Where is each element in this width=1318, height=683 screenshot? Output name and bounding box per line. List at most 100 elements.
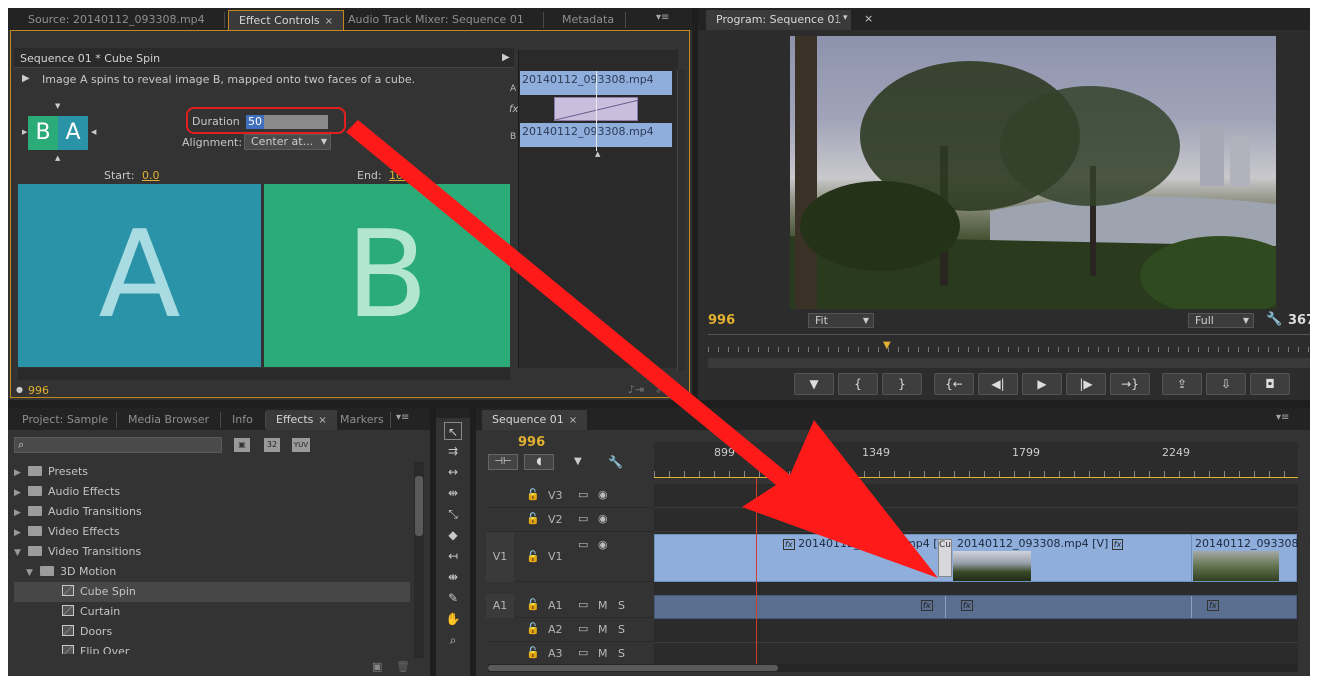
lock-icon[interactable]: 🔓 [526, 598, 540, 611]
marker-button[interactable]: ▼ [794, 373, 834, 395]
tree-item-3d-motion[interactable]: ▼ 3D Motion [14, 562, 410, 582]
rate-stretch-tool-icon[interactable]: ⤡ [444, 505, 462, 523]
effect-controls-timecode[interactable]: 996 [28, 384, 49, 397]
program-dropdown-icon[interactable]: ▾ [838, 13, 848, 23]
lock-icon[interactable]: 🔓 [526, 488, 540, 501]
tree-item-audio-transitions[interactable]: ▶ Audio Transitions [14, 502, 410, 522]
film-icon[interactable]: ▭ [578, 598, 588, 611]
step-back-button[interactable]: ◀| [978, 373, 1018, 395]
play-preview-icon[interactable]: ▶ [22, 73, 30, 84]
lift-button[interactable]: ⇪ [1162, 373, 1202, 395]
tree-item-video-transitions[interactable]: ▼ Video Transitions [14, 542, 410, 562]
close-icon[interactable]: × [569, 415, 577, 426]
tree-item-cube-spin[interactable]: Cube Spin [14, 582, 410, 602]
tab-project[interactable]: Project: Sample [12, 410, 118, 430]
trash-icon[interactable]: 🗑 [396, 660, 410, 673]
close-icon[interactable]: × [325, 16, 333, 27]
tree-item-presets[interactable]: ▶ Presets [14, 462, 410, 482]
go-to-out-button[interactable]: →} [1110, 373, 1150, 395]
end-value[interactable]: 100.0 [389, 169, 421, 182]
panel-menu-icon[interactable]: ▾≡ [656, 12, 669, 23]
film-icon[interactable]: ▭ [578, 646, 588, 659]
step-forward-button[interactable]: |▶ [1066, 373, 1106, 395]
resolution-select[interactable]: Full ▼ [1188, 313, 1254, 328]
yuv-badge-icon[interactable]: YUV [292, 438, 310, 452]
timeline-hscroll[interactable] [488, 664, 1298, 672]
hand-tool-icon[interactable]: ✋ [444, 610, 462, 628]
pen-tool-icon[interactable]: ✎ [444, 589, 462, 607]
program-time-ruler[interactable] [708, 334, 1310, 354]
timeline-clip[interactable]: fx 20140112_093308.mp4 [V] Cu 20140112_0… [654, 534, 1310, 582]
track-select-tool-icon[interactable]: ⇉ [444, 442, 462, 460]
tab-markers[interactable]: Markers [330, 410, 394, 430]
timeline-settings-icon[interactable]: 🔧 [608, 455, 623, 469]
source-patch[interactable]: A1 [486, 594, 514, 618]
close-icon[interactable]: × [318, 415, 326, 426]
start-value[interactable]: 0.0 [142, 169, 160, 182]
tab-source[interactable]: Source: 20140112_093308.mp4 [18, 10, 215, 30]
program-video-frame[interactable] [790, 36, 1276, 309]
eye-icon[interactable]: ◉ [598, 538, 608, 551]
eye-icon[interactable]: ◉ [598, 488, 608, 501]
zoom-select[interactable]: Fit ▼ [808, 313, 874, 328]
timeline-transition[interactable]: Cu [938, 539, 952, 577]
nest-toggle-icon[interactable]: ⊣⊢ [488, 454, 518, 470]
tab-info[interactable]: Info [222, 410, 263, 430]
eye-icon[interactable]: ◉ [598, 512, 608, 525]
timeline-playhead[interactable] [756, 478, 757, 666]
track-label[interactable]: V2 [548, 513, 563, 526]
razor-tool-icon[interactable]: ◆ [444, 526, 462, 544]
in-point-button[interactable]: { [838, 373, 878, 395]
alignment-select[interactable]: Center at... ▼ [244, 134, 331, 150]
timeline-tracks-area[interactable]: fx 20140112_093308.mp4 [V] Cu 20140112_0… [654, 478, 1310, 666]
tree-item-video-effects[interactable]: ▶ Video Effects [14, 522, 410, 542]
film-icon[interactable]: ▭ [578, 512, 588, 525]
tab-media-browser[interactable]: Media Browser [118, 410, 219, 430]
out-point-button[interactable]: } [882, 373, 922, 395]
audio-clip[interactable]: fx fx fx [654, 595, 1297, 619]
lock-icon[interactable]: 🔓 [526, 646, 540, 659]
mute-button[interactable]: M [598, 623, 608, 636]
expand-arrow-icon[interactable]: ▶ [502, 52, 510, 63]
zoom-tool-icon[interactable]: ⌕ [444, 631, 462, 649]
track-label[interactable]: V1 [548, 550, 563, 563]
track-label[interactable]: V3 [548, 489, 563, 502]
32bit-badge-icon[interactable]: 32 [264, 438, 280, 452]
preview-a[interactable]: A [18, 184, 261, 367]
add-marker-icon[interactable]: ▼ [574, 456, 582, 467]
film-icon[interactable]: ▭ [578, 538, 588, 551]
rolling-edit-tool-icon[interactable]: ⇹ [444, 484, 462, 502]
mute-button[interactable]: M [598, 647, 608, 660]
film-icon[interactable]: ▭ [578, 622, 588, 635]
timeline-ruler[interactable]: 899 1349 1799 2249 [654, 442, 1298, 478]
slide-tool-icon[interactable]: ⇼ [444, 568, 462, 586]
tab-sequence[interactable]: Sequence 01 × [482, 410, 588, 430]
mute-button[interactable]: M [598, 599, 608, 612]
export-frame-button[interactable]: ◘ [1250, 373, 1290, 395]
program-playhead-icon[interactable]: ▼ [883, 340, 891, 351]
effects-scrollbar[interactable] [414, 462, 424, 658]
accelerated-effects-icon[interactable]: ▣ [234, 438, 250, 452]
new-bin-icon[interactable]: ▣ [372, 660, 382, 673]
selection-tool-icon[interactable]: ↖ [444, 422, 462, 440]
play-button[interactable]: ▶ [1022, 373, 1062, 395]
panel-menu-icon[interactable]: ▾≡ [396, 412, 409, 423]
preview-b[interactable]: B [264, 184, 510, 367]
tab-program[interactable]: Program: Sequence 01 [706, 10, 852, 30]
slip-tool-icon[interactable]: ↤ [444, 547, 462, 565]
lock-icon[interactable]: 🔓 [526, 550, 540, 563]
solo-button[interactable]: S [618, 599, 625, 612]
tree-item-flip-over[interactable]: Flip Over [14, 642, 410, 654]
program-timecode[interactable]: 996 [708, 313, 735, 328]
lock-icon[interactable]: 🔓 [526, 512, 540, 525]
timeline-vscroll[interactable] [1298, 484, 1308, 666]
snap-toggle-icon[interactable]: ◖ [524, 454, 554, 470]
close-icon[interactable]: × [864, 12, 873, 25]
source-patch[interactable]: V1 [486, 532, 514, 582]
film-icon[interactable]: ▭ [578, 488, 588, 501]
tree-item-curtain[interactable]: Curtain [14, 602, 410, 622]
wrench-icon[interactable]: 🔧 [1266, 312, 1282, 327]
tree-item-audio-effects[interactable]: ▶ Audio Effects [14, 482, 410, 502]
track-label[interactable]: A2 [548, 623, 563, 636]
tab-effect-controls[interactable]: Effect Controls × [228, 10, 345, 30]
